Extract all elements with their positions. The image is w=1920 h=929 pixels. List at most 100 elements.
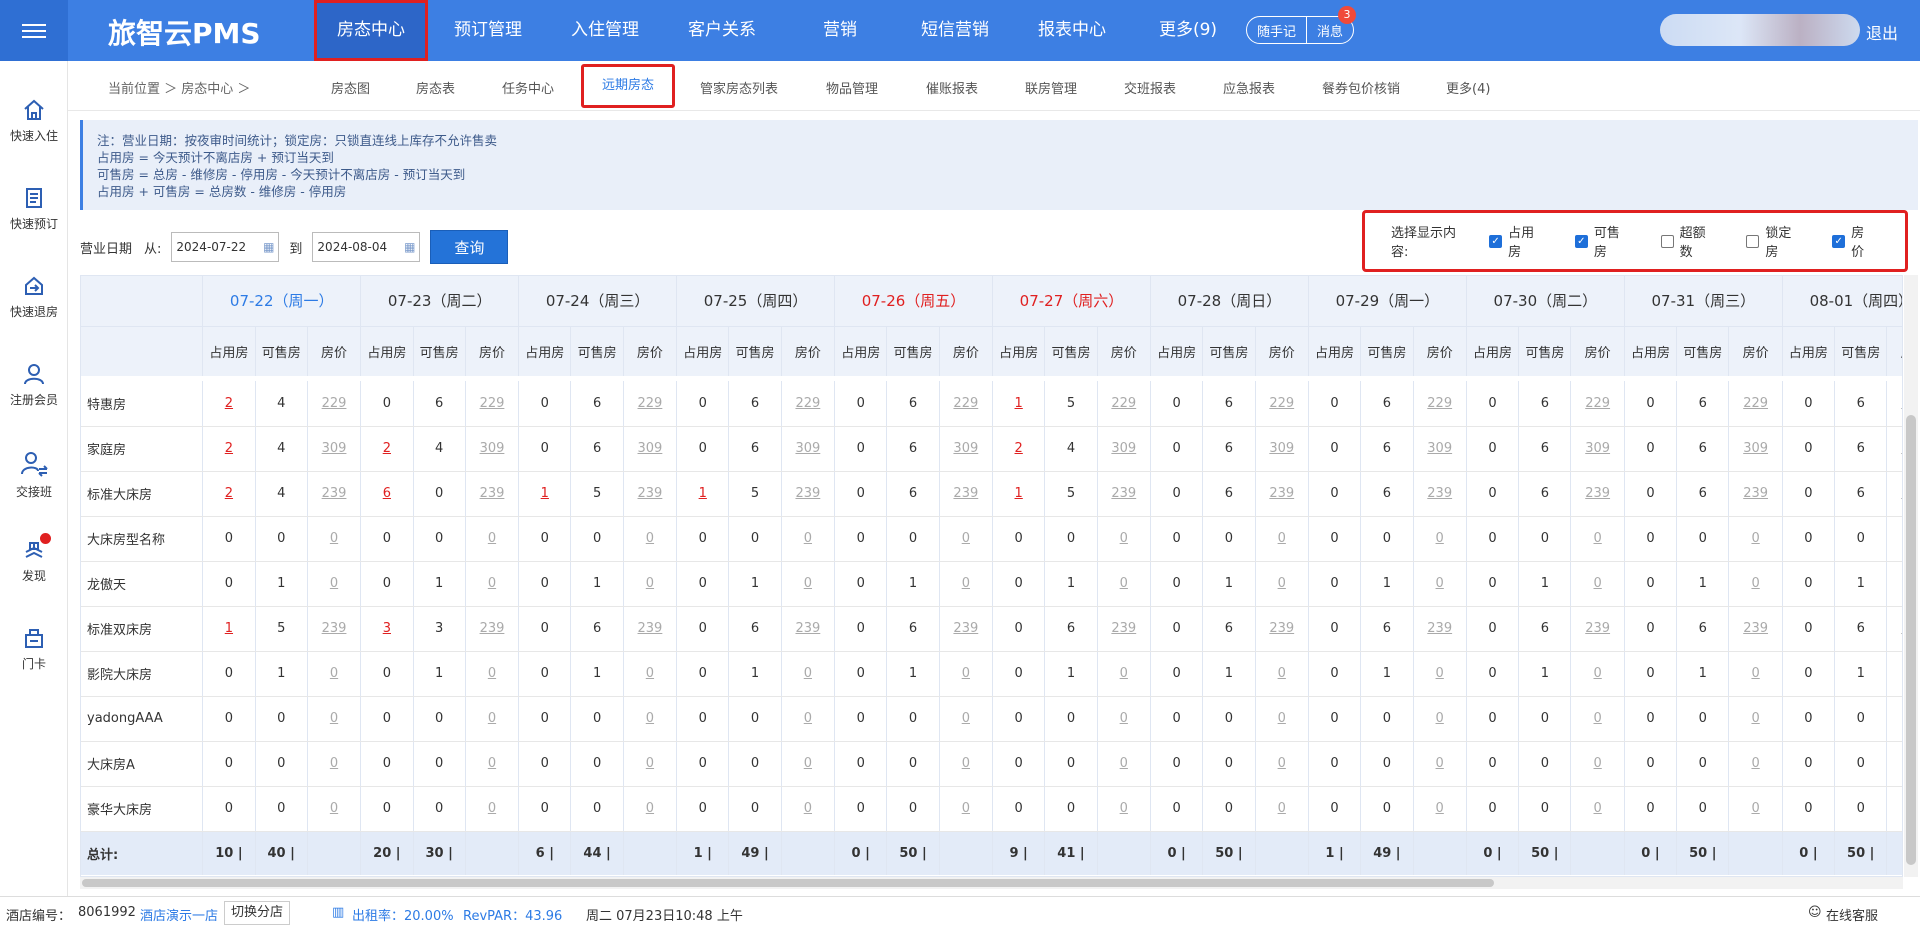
room-price[interactable]: 0: [465, 786, 520, 832]
vertical-scrollbar[interactable]: [1904, 275, 1918, 877]
room-price[interactable]: 0: [1728, 561, 1783, 607]
room-price[interactable]: 239: [307, 471, 362, 517]
room-price[interactable]: 0: [465, 696, 520, 742]
room-price[interactable]: 0: [465, 741, 520, 787]
display-option-3[interactable]: 锁定房: [1746, 222, 1804, 260]
room-price[interactable]: 0: [1097, 786, 1151, 832]
room-price[interactable]: 0: [1413, 696, 1467, 742]
room-price[interactable]: 239: [781, 606, 836, 652]
room-price[interactable]: 229: [939, 381, 994, 427]
checkbox[interactable]: ✓: [1832, 234, 1846, 248]
tab-linked-rooms[interactable]: 联房管理: [1025, 78, 1077, 97]
room-price[interactable]: 239: [1570, 606, 1625, 652]
room-price[interactable]: 0: [1097, 741, 1151, 787]
occupied-count[interactable]: 1: [676, 471, 730, 517]
tab-task-center[interactable]: 任务中心: [502, 78, 554, 97]
room-price[interactable]: 309: [1886, 426, 1902, 472]
room-price[interactable]: 239: [781, 471, 836, 517]
room-price[interactable]: 239: [1728, 471, 1783, 517]
switch-branch-button[interactable]: 切换分店: [224, 901, 291, 925]
tab-room-chart[interactable]: 房态图: [331, 78, 370, 97]
room-price[interactable]: 0: [781, 741, 836, 787]
occupied-count[interactable]: 2: [992, 426, 1046, 472]
room-price[interactable]: 0: [1097, 516, 1151, 562]
room-price[interactable]: 0: [1570, 561, 1625, 607]
room-price[interactable]: 239: [1570, 471, 1625, 517]
occupied-count[interactable]: 2: [202, 381, 256, 427]
topnav-checkin[interactable]: 入住管理: [555, 0, 655, 61]
tab-dunning-report[interactable]: 催账报表: [926, 78, 978, 97]
display-option-4[interactable]: ✓ 房价: [1832, 222, 1877, 260]
room-price[interactable]: 0: [1728, 516, 1783, 562]
room-price[interactable]: 239: [1097, 606, 1151, 652]
sidebar-item-door-card[interactable]: 门卡: [0, 625, 68, 672]
room-price[interactable]: 229: [1728, 381, 1783, 427]
room-price[interactable]: 309: [465, 426, 520, 472]
room-price[interactable]: 0: [1728, 786, 1783, 832]
room-price[interactable]: 0: [307, 516, 362, 562]
room-price[interactable]: 239: [1886, 471, 1902, 517]
room-price[interactable]: 0: [939, 561, 994, 607]
checkbox[interactable]: ✓: [1489, 234, 1503, 248]
occupied-count[interactable]: 1: [992, 381, 1046, 427]
topnav-room-status[interactable]: 房态中心: [314, 0, 428, 61]
room-price[interactable]: 229: [1413, 381, 1467, 427]
room-price[interactable]: 0: [465, 651, 520, 697]
room-price[interactable]: 0: [939, 651, 994, 697]
room-price[interactable]: 0: [1570, 741, 1625, 787]
room-price[interactable]: 0: [307, 786, 362, 832]
room-price[interactable]: 0: [1728, 651, 1783, 697]
room-price[interactable]: 0: [1728, 741, 1783, 787]
hotel-name[interactable]: 酒店演示一店: [140, 905, 218, 924]
tab-emergency-report[interactable]: 应急报表: [1223, 78, 1275, 97]
room-price[interactable]: 0: [623, 696, 678, 742]
room-price[interactable]: 0: [1570, 696, 1625, 742]
sidebar-item-discover[interactable]: 发现: [0, 533, 68, 584]
room-price[interactable]: 0: [1886, 561, 1902, 607]
room-price[interactable]: 309: [939, 426, 994, 472]
room-price[interactable]: 239: [1728, 606, 1783, 652]
tab-room-table[interactable]: 房态表: [416, 78, 455, 97]
room-price[interactable]: 239: [939, 606, 994, 652]
room-price[interactable]: 0: [623, 561, 678, 607]
room-price[interactable]: 0: [1413, 786, 1467, 832]
horizontal-scrollbar[interactable]: [80, 877, 1903, 889]
occupied-count[interactable]: 1: [518, 471, 572, 517]
room-price[interactable]: 239: [1255, 606, 1309, 652]
query-button[interactable]: 查询: [430, 230, 509, 264]
sidebar-item-quick-checkin[interactable]: 快速入住: [0, 97, 68, 144]
room-price[interactable]: 239: [1886, 606, 1902, 652]
display-option-1[interactable]: ✓ 可售房: [1574, 222, 1633, 260]
sidebar-item-quick-checkout[interactable]: 快速退房: [0, 273, 68, 320]
room-price[interactable]: 239: [465, 606, 520, 652]
room-price[interactable]: 0: [465, 561, 520, 607]
room-price[interactable]: 0: [939, 786, 994, 832]
room-price[interactable]: 0: [307, 696, 362, 742]
room-price[interactable]: 0: [307, 741, 362, 787]
sidebar-item-handover[interactable]: 交接班: [0, 449, 68, 500]
room-price[interactable]: 0: [1570, 516, 1625, 562]
room-price[interactable]: 0: [939, 696, 994, 742]
room-price[interactable]: 0: [465, 516, 520, 562]
room-price[interactable]: 0: [1097, 561, 1151, 607]
room-price[interactable]: 0: [1255, 696, 1309, 742]
from-date-input[interactable]: 2024-07-22 ▦: [171, 232, 280, 262]
room-price[interactable]: 239: [1413, 606, 1467, 652]
room-price[interactable]: 0: [1255, 516, 1309, 562]
room-price[interactable]: 0: [1413, 516, 1467, 562]
room-price[interactable]: 0: [1886, 696, 1902, 742]
room-price[interactable]: 229: [1097, 381, 1151, 427]
room-price[interactable]: 0: [1570, 651, 1625, 697]
room-price[interactable]: 309: [1097, 426, 1151, 472]
room-price[interactable]: 309: [1570, 426, 1625, 472]
room-price[interactable]: 0: [307, 651, 362, 697]
room-price[interactable]: 229: [1255, 381, 1309, 427]
room-price[interactable]: 0: [623, 786, 678, 832]
room-price[interactable]: 0: [1097, 651, 1151, 697]
room-price[interactable]: 0: [1886, 651, 1902, 697]
room-price[interactable]: 229: [623, 381, 678, 427]
room-price[interactable]: 0: [1255, 651, 1309, 697]
room-price[interactable]: 309: [1728, 426, 1783, 472]
room-price[interactable]: 0: [623, 741, 678, 787]
room-price[interactable]: 0: [939, 741, 994, 787]
